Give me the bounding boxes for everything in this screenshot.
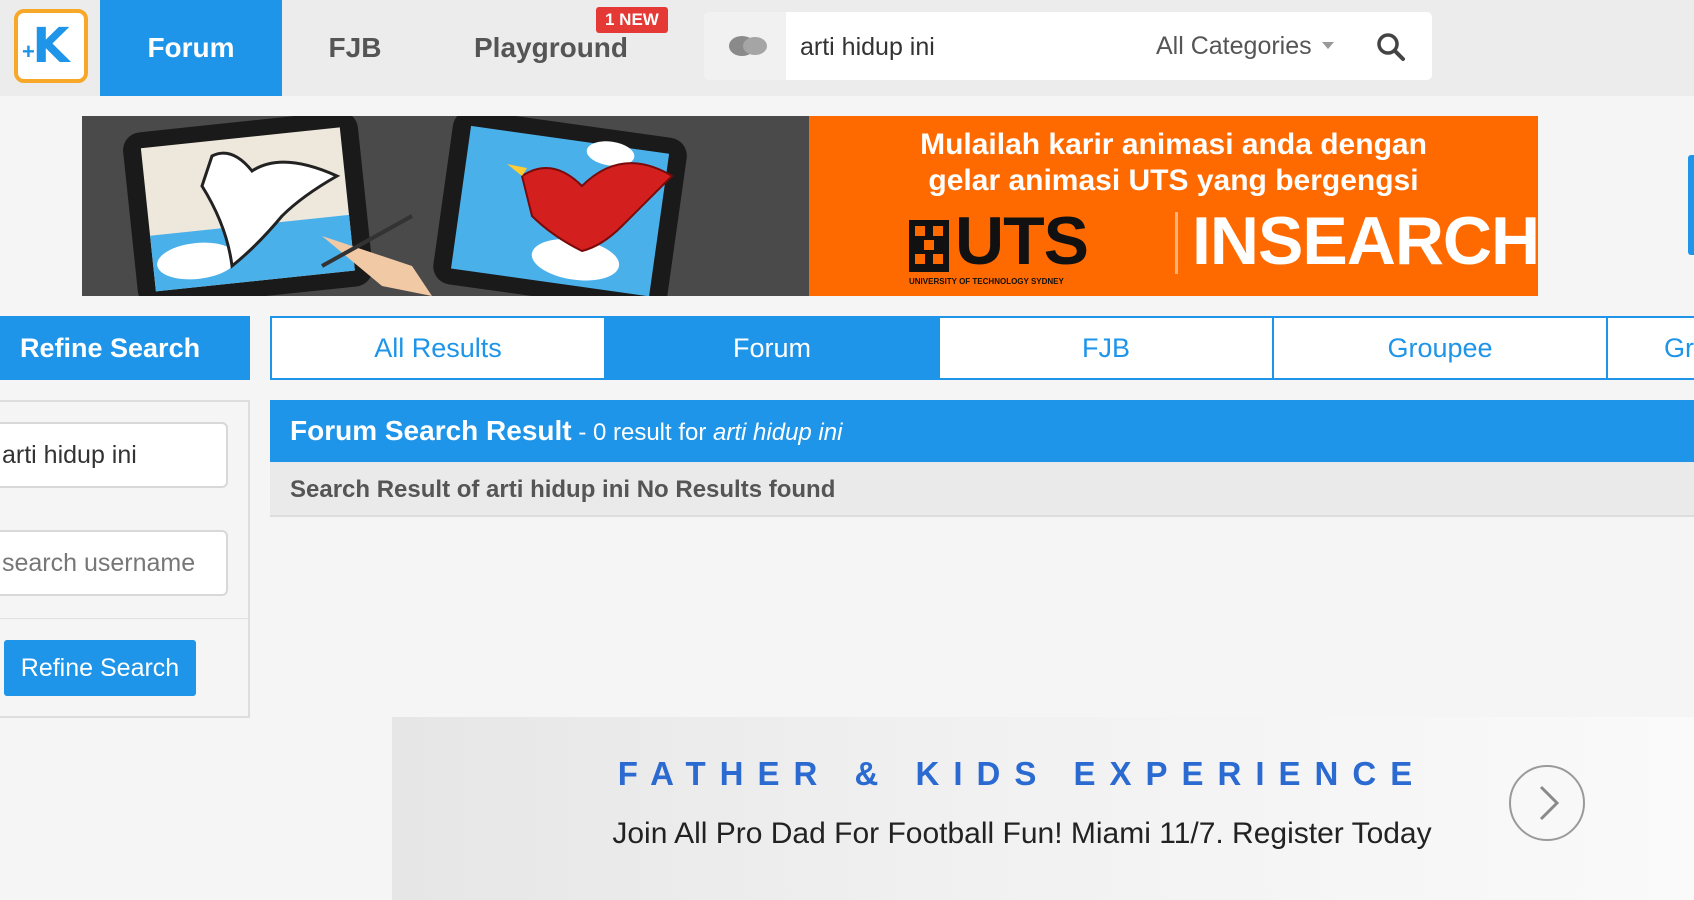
result-tabs: All Results Forum FJB Groupee Gr	[270, 316, 1694, 380]
result-title: Forum Search Result	[290, 415, 572, 446]
result-header: Forum Search Result - 0 result for arti …	[270, 400, 1694, 462]
brand-separator	[1175, 212, 1178, 274]
refine-divider	[0, 618, 248, 619]
banner-text-area: Mulailah karir animasi anda dengan gelar…	[809, 116, 1538, 296]
tab-gr[interactable]: Gr	[1606, 316, 1694, 380]
category-select[interactable]: All Categories	[1156, 12, 1312, 80]
kaskus-logo[interactable]: + K	[14, 9, 88, 83]
chevron-right-icon[interactable]	[1509, 765, 1585, 841]
result-summary: - 0 result for	[578, 419, 714, 446]
ad-title: FATHER & KIDS EXPERIENCE	[617, 755, 1427, 792]
logo-k-mark: K	[32, 18, 70, 74]
banner-headline-line2: gelar animasi UTS yang bergengsi	[928, 164, 1419, 197]
banner-illustration	[82, 116, 809, 296]
top-navbar: + K Forum FJB Playground 1 NEW All Categ…	[0, 0, 1694, 96]
refine-search-button[interactable]: Refine Search	[4, 640, 196, 696]
brand-subtitle: UNIVERSITY OF TECHNOLOGY SYDNEY	[909, 277, 1064, 286]
tab-fjb[interactable]: FJB	[938, 316, 1274, 380]
bottom-ad[interactable]: FATHER & KIDS EXPERIENCE Join All Pro Da…	[392, 717, 1694, 900]
refine-search-header: Refine Search	[0, 316, 250, 380]
nav-tab-fjb[interactable]: FJB	[282, 0, 428, 96]
username-field[interactable]	[0, 530, 228, 596]
tablet-bird-illustration	[123, 116, 687, 296]
search-icon[interactable]	[1376, 32, 1406, 62]
search-type-toggle[interactable]	[704, 12, 786, 80]
uts-seal-icon	[909, 220, 949, 272]
search-input[interactable]	[790, 12, 1142, 82]
side-feedback-tab[interactable]	[1688, 155, 1694, 255]
uts-insearch-banner[interactable]: Mulailah karir animasi anda dengan gelar…	[82, 116, 1538, 296]
tab-forum[interactable]: Forum	[604, 316, 940, 380]
keyword-field[interactable]	[0, 422, 228, 488]
no-results-message: Search Result of arti hidup ini No Resul…	[270, 462, 1694, 517]
chevron-right-glyph	[1539, 785, 1560, 821]
chat-bubbles-icon	[729, 36, 767, 56]
brand-uts: UTS	[955, 203, 1089, 279]
tab-all-results[interactable]: All Results	[270, 316, 606, 380]
new-badge: 1 NEW	[596, 7, 668, 33]
chevron-down-icon[interactable]	[1322, 42, 1334, 49]
result-query: arti hidup ini	[713, 419, 843, 446]
ad-text: Join All Pro Dad For Football Fun! Miami…	[612, 817, 1432, 850]
tab-groupee[interactable]: Groupee	[1272, 316, 1608, 380]
global-search-bar: All Categories	[704, 12, 1432, 82]
nav-tab-forum[interactable]: Forum	[100, 0, 282, 96]
banner-headline-line1: Mulailah karir animasi anda dengan	[920, 128, 1427, 161]
brand-insearch: INSEARCH	[1192, 203, 1538, 279]
refine-search-panel: Refine Search	[0, 400, 250, 718]
